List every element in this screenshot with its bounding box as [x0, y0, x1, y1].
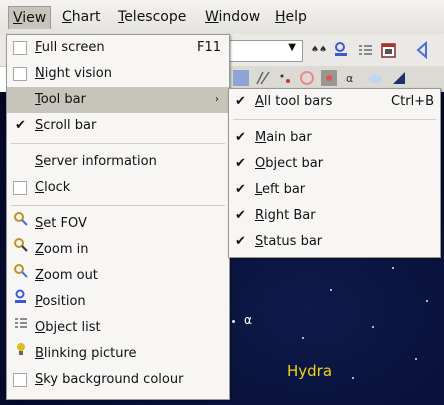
submenu-item-right-bar[interactable]: ✔ Right Bar [229, 203, 440, 229]
back-arrow-icon[interactable] [414, 40, 432, 60]
menu-item-position[interactable]: Position [7, 289, 229, 315]
check-icon: ✔ [235, 208, 246, 223]
calendar-icon[interactable] [380, 41, 398, 59]
menu-item-set-fov[interactable]: Set FOV [7, 211, 229, 237]
cloud-icon[interactable] [367, 70, 383, 86]
menu-item-tool-bar[interactable]: Tool bar › [7, 87, 229, 113]
submenu-item-object-bar[interactable]: ✔ Object bar [229, 151, 440, 177]
menu-separator [11, 143, 225, 144]
shortcut-label: F11 [196, 40, 221, 55]
check-icon: ✔ [235, 94, 246, 109]
menu-bar: View Chart Telescope Window Help [0, 0, 444, 35]
star-label: α [244, 313, 252, 327]
greek-letter-icon[interactable]: α [343, 70, 359, 86]
zoom-icon [13, 211, 29, 237]
check-icon: ✔ [235, 234, 246, 249]
menu-telescope[interactable]: Telescope [118, 8, 186, 26]
menu-item-scroll-bar[interactable]: ✔ Scroll bar [7, 113, 229, 139]
search-combo[interactable]: ▼ [222, 40, 303, 62]
menu-chart[interactable]: Chart [62, 8, 100, 26]
menu-window[interactable]: Window [205, 8, 260, 26]
chevron-down-icon[interactable]: ▼ [288, 42, 296, 53]
submenu-arrow-icon: › [215, 94, 219, 105]
stars-icon[interactable] [277, 70, 293, 86]
view-menu-dropdown: Full screen F11 Night vision Tool bar › … [6, 34, 230, 400]
menu-view[interactable]: View [8, 6, 52, 29]
check-icon: ✔ [235, 182, 246, 197]
check-icon: ✔ [235, 130, 246, 145]
check-icon: ✔ [15, 118, 26, 133]
menu-separator [233, 119, 436, 120]
lines-icon[interactable] [255, 70, 271, 86]
map-icon[interactable] [233, 70, 249, 86]
checkbox-unchecked[interactable] [13, 373, 27, 387]
menu-item-sky-background-colour[interactable]: Sky background colour [7, 367, 229, 393]
shortcut-label: Ctrl+B [391, 94, 434, 109]
galaxy-icon[interactable] [299, 70, 315, 86]
zoom-in-icon [13, 237, 29, 263]
menu-item-zoom-in[interactable]: Zoom in [7, 237, 229, 263]
person-search-icon [13, 289, 29, 315]
submenu-item-all-tool-bars[interactable]: ✔ All tool bars Ctrl+B [229, 89, 440, 115]
list-icon [13, 315, 29, 341]
binoculars-icon[interactable]: ♠♠ [310, 41, 328, 59]
menu-item-zoom-out[interactable]: Zoom out [7, 263, 229, 289]
toolbar-submenu: ✔ All tool bars Ctrl+B ✔ Main bar ✔ Obje… [228, 88, 441, 258]
menu-item-object-list[interactable]: Object list [7, 315, 229, 341]
check-icon: ✔ [235, 156, 246, 171]
checkbox-unchecked[interactable] [13, 41, 27, 55]
submenu-item-main-bar[interactable]: ✔ Main bar [229, 125, 440, 151]
menu-separator [11, 205, 225, 206]
menu-item-night-vision[interactable]: Night vision [7, 61, 229, 87]
lightbulb-icon [13, 341, 29, 367]
menu-item-blinking-picture[interactable]: Blinking picture [7, 341, 229, 367]
menu-item-clock[interactable]: Clock [7, 175, 229, 201]
checkbox-unchecked[interactable] [13, 67, 27, 81]
nebula-icon[interactable] [321, 70, 337, 86]
menu-item-server-information[interactable]: Server information [7, 149, 229, 175]
list-icon[interactable] [356, 41, 374, 59]
submenu-item-left-bar[interactable]: ✔ Left bar [229, 177, 440, 203]
fill-icon[interactable] [391, 70, 407, 86]
menu-item-full-screen[interactable]: Full screen F11 [7, 35, 229, 61]
zoom-out-icon [13, 263, 29, 289]
checkbox-unchecked[interactable] [13, 181, 27, 195]
search-person-icon[interactable] [333, 41, 351, 59]
submenu-item-status-bar[interactable]: ✔ Status bar [229, 229, 440, 255]
constellation-label: Hydra [287, 362, 333, 380]
menu-help[interactable]: Help [275, 8, 307, 26]
svg-text:α: α [346, 72, 353, 85]
